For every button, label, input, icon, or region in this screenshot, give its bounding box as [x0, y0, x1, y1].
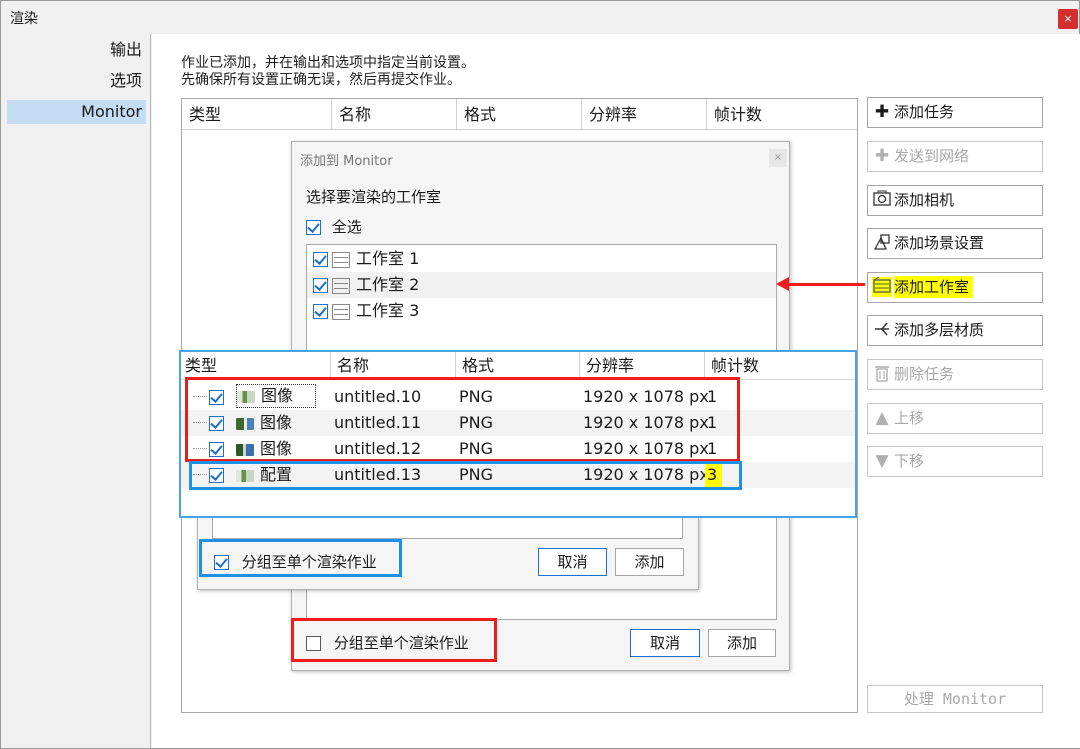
list-item[interactable]: 工作室 1 — [307, 246, 776, 272]
annotation-arrow-line — [787, 283, 865, 286]
select-all-checkbox[interactable]: 全选 — [306, 216, 362, 237]
column-header-name[interactable]: 名称 — [331, 352, 456, 380]
column-header-name[interactable]: 名称 — [332, 99, 457, 130]
column-header-resolution[interactable]: 分辨率 — [580, 352, 705, 380]
column-header-frames[interactable]: 帧计数 — [705, 352, 855, 380]
annotation-blue-box-group-checkbox — [199, 539, 402, 577]
process-monitor-button[interactable]: 处理 Monitor — [867, 685, 1043, 713]
job-table-header: 类型 名称 格式 分辨率 帧计数 — [182, 99, 857, 130]
column-header-format[interactable]: 格式 — [456, 352, 580, 380]
checkbox-icon[interactable] — [313, 278, 328, 293]
studio-icon — [332, 251, 350, 268]
checkbox-icon[interactable] — [313, 252, 328, 267]
delete-task-button[interactable]: 删除任务 — [867, 359, 1043, 390]
plus-icon: ✚ — [874, 146, 890, 166]
camera-icon — [872, 190, 892, 210]
studio-icon — [332, 277, 350, 294]
annotation-blue-box-config-row — [189, 461, 742, 490]
shapes-icon — [872, 233, 892, 253]
add-multilayer-material-button[interactable]: 添加多层材质 — [867, 315, 1043, 346]
move-up-button[interactable]: ▲ 上移 — [867, 403, 1043, 434]
studio-icon — [872, 276, 892, 297]
add-camera-button[interactable]: 添加相机 — [867, 185, 1043, 216]
sidebar-item-options[interactable]: 选项 — [110, 69, 144, 93]
add-button-2[interactable]: 添加 — [615, 548, 684, 576]
description-line-1: 作业已添加，并在输出和选项中指定当前设置。 — [181, 55, 475, 71]
window-title: 渲染 — [10, 11, 38, 27]
arrow-down-icon: ▼ — [875, 451, 889, 471]
sidebar: 输出 选项 Monitor — [2, 34, 151, 748]
arrow-up-icon: ▲ — [875, 408, 889, 428]
close-icon[interactable]: × — [1058, 9, 1078, 29]
column-header-type[interactable]: 类型 — [181, 352, 331, 380]
camera-dialog-list-bottom — [212, 517, 683, 539]
description-line-2: 先确保所有设置正确无误，然后再提交作业。 — [181, 72, 461, 88]
add-studio-button[interactable]: 添加工作室 — [867, 272, 1043, 303]
trash-icon — [872, 364, 892, 384]
sidebar-item-monitor[interactable]: Monitor — [7, 100, 146, 124]
cancel-button[interactable]: 取消 — [630, 629, 700, 657]
column-header-type[interactable]: 类型 — [182, 99, 332, 130]
annotation-red-box-group-checkbox — [291, 618, 497, 662]
cancel-button-2[interactable]: 取消 — [538, 548, 607, 576]
sidebar-item-output[interactable]: 输出 — [110, 38, 144, 62]
column-header-frames[interactable]: 帧计数 — [707, 99, 857, 130]
select-all-label: 全选 — [331, 218, 362, 236]
title-bar: 渲染 × — [1, 1, 1079, 33]
studio-icon — [332, 303, 350, 320]
add-task-button[interactable]: ✚ 添加任务 — [867, 97, 1043, 128]
camera-table-header: 类型 名称 格式 分辨率 帧计数 — [181, 352, 855, 380]
list-item[interactable]: 工作室 2 — [307, 272, 776, 298]
description-text: 作业已添加，并在输出和选项中指定当前设置。 先确保所有设置正确无误，然后再提交作… — [181, 55, 475, 89]
plus-icon: ✚ — [874, 102, 890, 122]
add-scene-settings-button[interactable]: 添加场景设置 — [867, 228, 1043, 259]
arrow-left-icon — [776, 277, 789, 291]
column-header-resolution[interactable]: 分辨率 — [582, 99, 707, 130]
dialog-close-icon[interactable]: × — [769, 149, 787, 167]
column-header-format[interactable]: 格式 — [457, 99, 582, 130]
send-to-network-button[interactable]: ✚ 发送到网络 — [867, 141, 1043, 172]
checkbox-icon — [306, 220, 321, 235]
select-studio-prompt: 选择要渲染的工作室 — [306, 188, 442, 206]
add-button[interactable]: 添加 — [708, 629, 776, 657]
annotation-red-box-rows — [185, 377, 740, 462]
move-down-button[interactable]: ▼ 下移 — [867, 446, 1043, 477]
checkbox-icon[interactable] — [313, 304, 328, 319]
layers-icon — [872, 320, 892, 340]
list-item[interactable]: 工作室 3 — [307, 298, 776, 324]
dialog-title: 添加到 Monitor — [300, 154, 393, 169]
